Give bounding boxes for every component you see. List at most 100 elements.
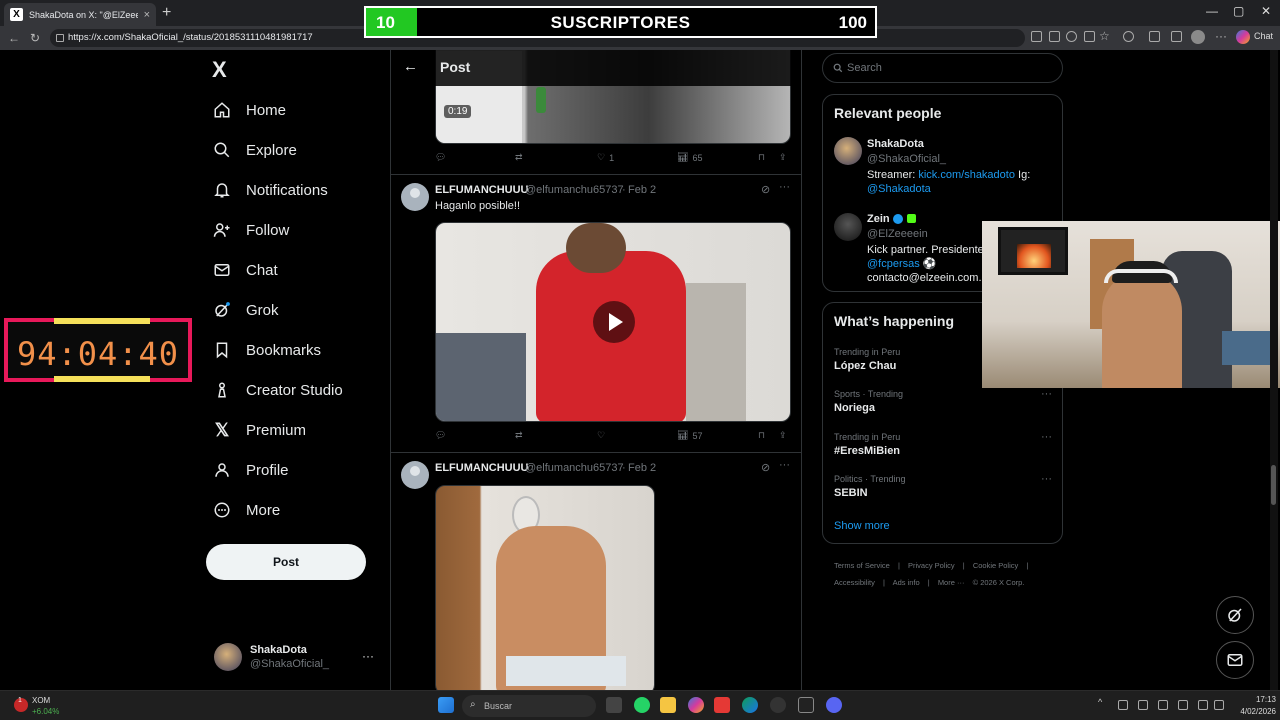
copilot-chat-label[interactable]: Chat xyxy=(1254,31,1273,41)
nav-item-notifications[interactable]: Notifications xyxy=(212,175,328,205)
person-name[interactable]: Zein xyxy=(867,213,890,225)
play-icon[interactable] xyxy=(593,301,635,343)
avatar[interactable] xyxy=(834,137,862,165)
share-icon[interactable]: ⇪ xyxy=(779,152,787,163)
post-button[interactable]: Post xyxy=(206,544,366,580)
reading-mode-icon[interactable] xyxy=(1031,31,1042,42)
trend-name[interactable]: López Chau xyxy=(834,360,896,372)
trend-more-icon[interactable]: ··· xyxy=(1041,388,1052,400)
scrollbar-thumb[interactable] xyxy=(1271,465,1276,505)
trend-more-icon[interactable]: ··· xyxy=(1041,473,1052,485)
back-arrow-icon[interactable]: ← xyxy=(403,58,418,75)
grok-icon[interactable]: ⊘ xyxy=(761,183,770,196)
capcut-icon[interactable] xyxy=(798,697,814,713)
tray-chevron-icon[interactable]: ^ xyxy=(1098,697,1108,707)
discord-icon[interactable] xyxy=(826,697,842,713)
retweet-icon[interactable]: ⇄ xyxy=(515,430,523,441)
avatar[interactable] xyxy=(401,183,429,211)
whatsapp-icon[interactable] xyxy=(634,697,650,713)
task-view-icon[interactable] xyxy=(606,697,622,713)
nav-item-more[interactable]: More xyxy=(212,495,280,525)
grid-icon[interactable] xyxy=(1049,31,1060,42)
trend-name[interactable]: SEBIN xyxy=(834,487,868,499)
share-icon[interactable]: ⇪ xyxy=(779,430,787,441)
taskbar-search-input[interactable] xyxy=(484,698,574,714)
back-icon[interactable]: ← xyxy=(8,31,20,45)
stock-widget[interactable]: 1 XOM +6.04% xyxy=(14,694,74,718)
volume-icon[interactable] xyxy=(1214,700,1224,710)
bio-link[interactable]: @Shakadota xyxy=(867,183,931,195)
avatar[interactable] xyxy=(834,213,862,241)
site-info-icon[interactable] xyxy=(56,34,64,42)
account-switcher[interactable]: ShakaDota @ShakaOficial_ ··· xyxy=(214,643,384,673)
zoom-icon[interactable] xyxy=(1066,31,1077,42)
windows-start-icon[interactable] xyxy=(438,697,454,713)
show-more-link[interactable]: Show more xyxy=(834,520,890,532)
avatar[interactable] xyxy=(401,461,429,489)
minimize-icon[interactable]: — xyxy=(1206,4,1218,18)
scrollbar[interactable] xyxy=(1270,50,1278,690)
x-logo-icon[interactable]: X xyxy=(212,57,227,83)
taskbar-clock[interactable]: 17:13 4/02/2026 xyxy=(1228,694,1276,718)
edge-browser-icon[interactable] xyxy=(742,697,758,713)
window-close-icon[interactable]: ✕ xyxy=(1261,4,1271,18)
read-aloud-icon[interactable] xyxy=(1084,31,1095,42)
trend-name[interactable]: Noriega xyxy=(834,402,875,414)
obs-icon[interactable] xyxy=(770,697,786,713)
new-tab-button[interactable]: + xyxy=(162,4,171,22)
file-explorer-icon[interactable] xyxy=(660,697,676,713)
nav-item-chat[interactable]: Chat xyxy=(212,255,278,285)
copilot-icon[interactable] xyxy=(1236,30,1250,44)
bookmark-icon[interactable]: ⊓ xyxy=(758,152,765,163)
trend-name[interactable]: #EresMiBien xyxy=(834,445,900,457)
nav-item-grok[interactable]: Grok xyxy=(212,295,279,325)
taskbar-search[interactable]: ⌕ xyxy=(462,695,596,717)
network-icon[interactable] xyxy=(1158,700,1168,710)
browser-menu-icon[interactable]: ··· xyxy=(1215,29,1227,43)
tweet-author-name[interactable]: ELFUMANCHUUU xyxy=(435,462,529,474)
footer-link[interactable]: Ads info xyxy=(893,578,920,587)
person-handle[interactable]: @ShakaOficial_ xyxy=(867,153,946,165)
person-name[interactable]: ShakaDota xyxy=(867,138,924,150)
bio-link[interactable]: kick.com/shakadoto xyxy=(918,169,1015,181)
nav-item-profile[interactable]: Profile xyxy=(212,455,289,485)
extension-icon[interactable] xyxy=(1123,31,1134,42)
nav-item-follow[interactable]: Follow xyxy=(212,215,289,245)
more-icon[interactable]: ··· xyxy=(779,181,790,193)
profile-avatar-icon[interactable] xyxy=(1191,30,1205,44)
footer-link[interactable]: Accessibility xyxy=(834,578,875,587)
nav-item-home[interactable]: Home xyxy=(212,95,286,125)
trend-more-icon[interactable]: ··· xyxy=(1041,431,1052,443)
footer-link[interactable]: Cookie Policy xyxy=(973,561,1018,570)
more-icon[interactable]: ··· xyxy=(779,459,790,471)
footer-link[interactable]: More ··· xyxy=(938,578,965,587)
person-handle[interactable]: @ElZeeeein xyxy=(867,228,928,240)
onedrive-icon[interactable] xyxy=(1118,700,1128,710)
grok-icon[interactable]: ⊘ xyxy=(761,461,770,474)
nav-item-premium[interactable]: 𝕏 Premium xyxy=(212,415,306,445)
tweet-date[interactable]: Feb 2 xyxy=(628,462,656,474)
copilot-icon[interactable] xyxy=(688,697,704,713)
reply-icon[interactable]: 💬︎ xyxy=(435,430,446,441)
nav-item-explore[interactable]: Explore xyxy=(212,135,297,165)
browser-tab[interactable]: X ShakaDota on X: "@ElZeeeein Pap × xyxy=(4,3,156,26)
maximize-icon[interactable]: ▢ xyxy=(1233,4,1244,18)
nav-item-bookmarks[interactable]: Bookmarks xyxy=(212,335,321,365)
reply-icon[interactable]: 💬︎ xyxy=(435,152,446,163)
nav-item-creator-studio[interactable]: Creator Studio xyxy=(212,375,343,405)
tweet-date[interactable]: Feb 2 xyxy=(628,184,656,196)
microphone-icon[interactable] xyxy=(1178,700,1188,710)
footer-link[interactable]: Privacy Policy xyxy=(908,561,955,570)
collections-icon[interactable] xyxy=(1149,31,1160,42)
favorite-star-icon[interactable]: ☆ xyxy=(1099,29,1110,43)
tweet-image[interactable] xyxy=(435,485,655,690)
display-icon[interactable] xyxy=(1198,700,1208,710)
tweet-video[interactable] xyxy=(435,222,791,422)
wps-icon[interactable] xyxy=(714,697,730,713)
messages-float-button[interactable] xyxy=(1216,641,1254,679)
tweet-author-handle[interactable]: @elfumanchu65737 xyxy=(525,184,624,196)
tweet-author-handle[interactable]: @elfumanchu65737 xyxy=(525,462,624,474)
security-icon[interactable] xyxy=(1138,700,1148,710)
bookmark-icon[interactable]: ⊓ xyxy=(758,430,765,441)
search-input[interactable] xyxy=(847,60,1047,76)
